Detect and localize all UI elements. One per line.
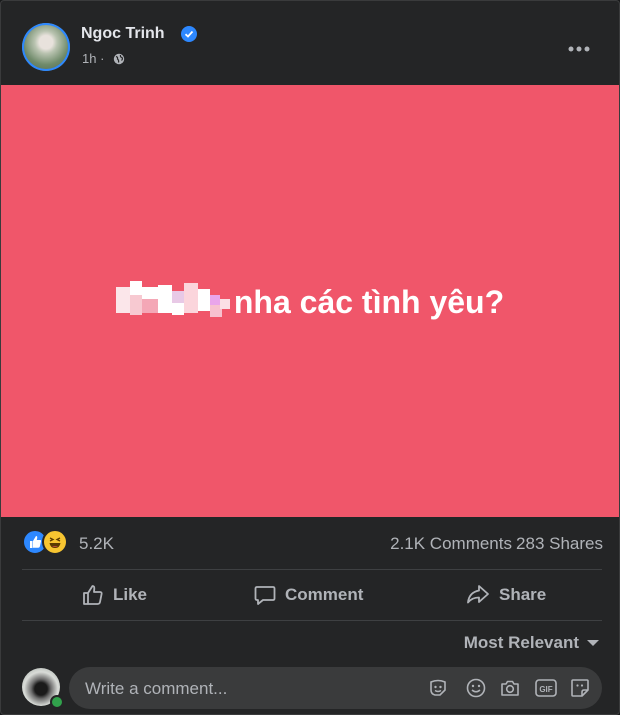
post-header: Ngoc Trinh 1h · <box>1 1 619 85</box>
share-button[interactable]: Share <box>465 571 546 619</box>
sticker-face-icon[interactable] <box>427 677 449 704</box>
reaction-count[interactable]: 5.2K <box>79 534 114 554</box>
thumbs-up-icon <box>81 583 105 607</box>
author-avatar[interactable] <box>22 23 70 71</box>
like-label: Like <box>113 585 148 604</box>
comment-input[interactable] <box>83 667 407 711</box>
post-time[interactable]: 1h · <box>82 51 104 66</box>
sort-label: Most Relevant <box>463 633 579 652</box>
comment-sort-dropdown[interactable]: Most Relevant <box>464 633 599 653</box>
comment-button[interactable]: Comment <box>253 571 363 619</box>
svg-text:GIF: GIF <box>539 685 552 694</box>
author-name[interactable]: Ngoc Trinh <box>81 25 165 43</box>
divider <box>22 620 602 621</box>
caret-down-icon <box>587 640 599 646</box>
online-status-dot <box>50 695 64 709</box>
sticker-icon[interactable] <box>569 677 591 704</box>
pixelated-hashtag <box>115 281 230 321</box>
share-arrow-icon <box>465 583 491 607</box>
post-text-container: nha các tình yêu? <box>1 85 619 517</box>
post-status-text: nha các tình yêu? <box>115 281 505 321</box>
more-horizontal-icon[interactable] <box>567 41 593 59</box>
haha-reaction-icon[interactable] <box>42 529 68 555</box>
post-card: Ngoc Trinh 1h · nha các tình yêu? 5.2K 2… <box>0 0 620 715</box>
comment-label: Comment <box>285 585 364 604</box>
post-background[interactable]: nha các tình yêu? <box>1 85 619 517</box>
gif-icon[interactable]: GIF <box>534 677 558 704</box>
post-text: nha các tình yêu? <box>233 284 505 320</box>
shares-count[interactable]: 283 Shares <box>516 534 603 554</box>
like-button[interactable]: Like <box>81 571 147 619</box>
verified-badge-icon <box>181 26 197 42</box>
emoji-icon[interactable] <box>465 677 487 704</box>
post-stats: 5.2K 2.1K Comments 283 Shares <box>1 517 619 569</box>
comment-bubble-icon <box>253 583 277 607</box>
camera-icon[interactable] <box>499 677 521 704</box>
comment-composer[interactable]: GIF <box>69 667 602 711</box>
share-label: Share <box>499 585 547 604</box>
divider <box>22 569 602 570</box>
comments-count[interactable]: 2.1K Comments <box>390 534 512 554</box>
globe-icon[interactable] <box>113 52 125 70</box>
